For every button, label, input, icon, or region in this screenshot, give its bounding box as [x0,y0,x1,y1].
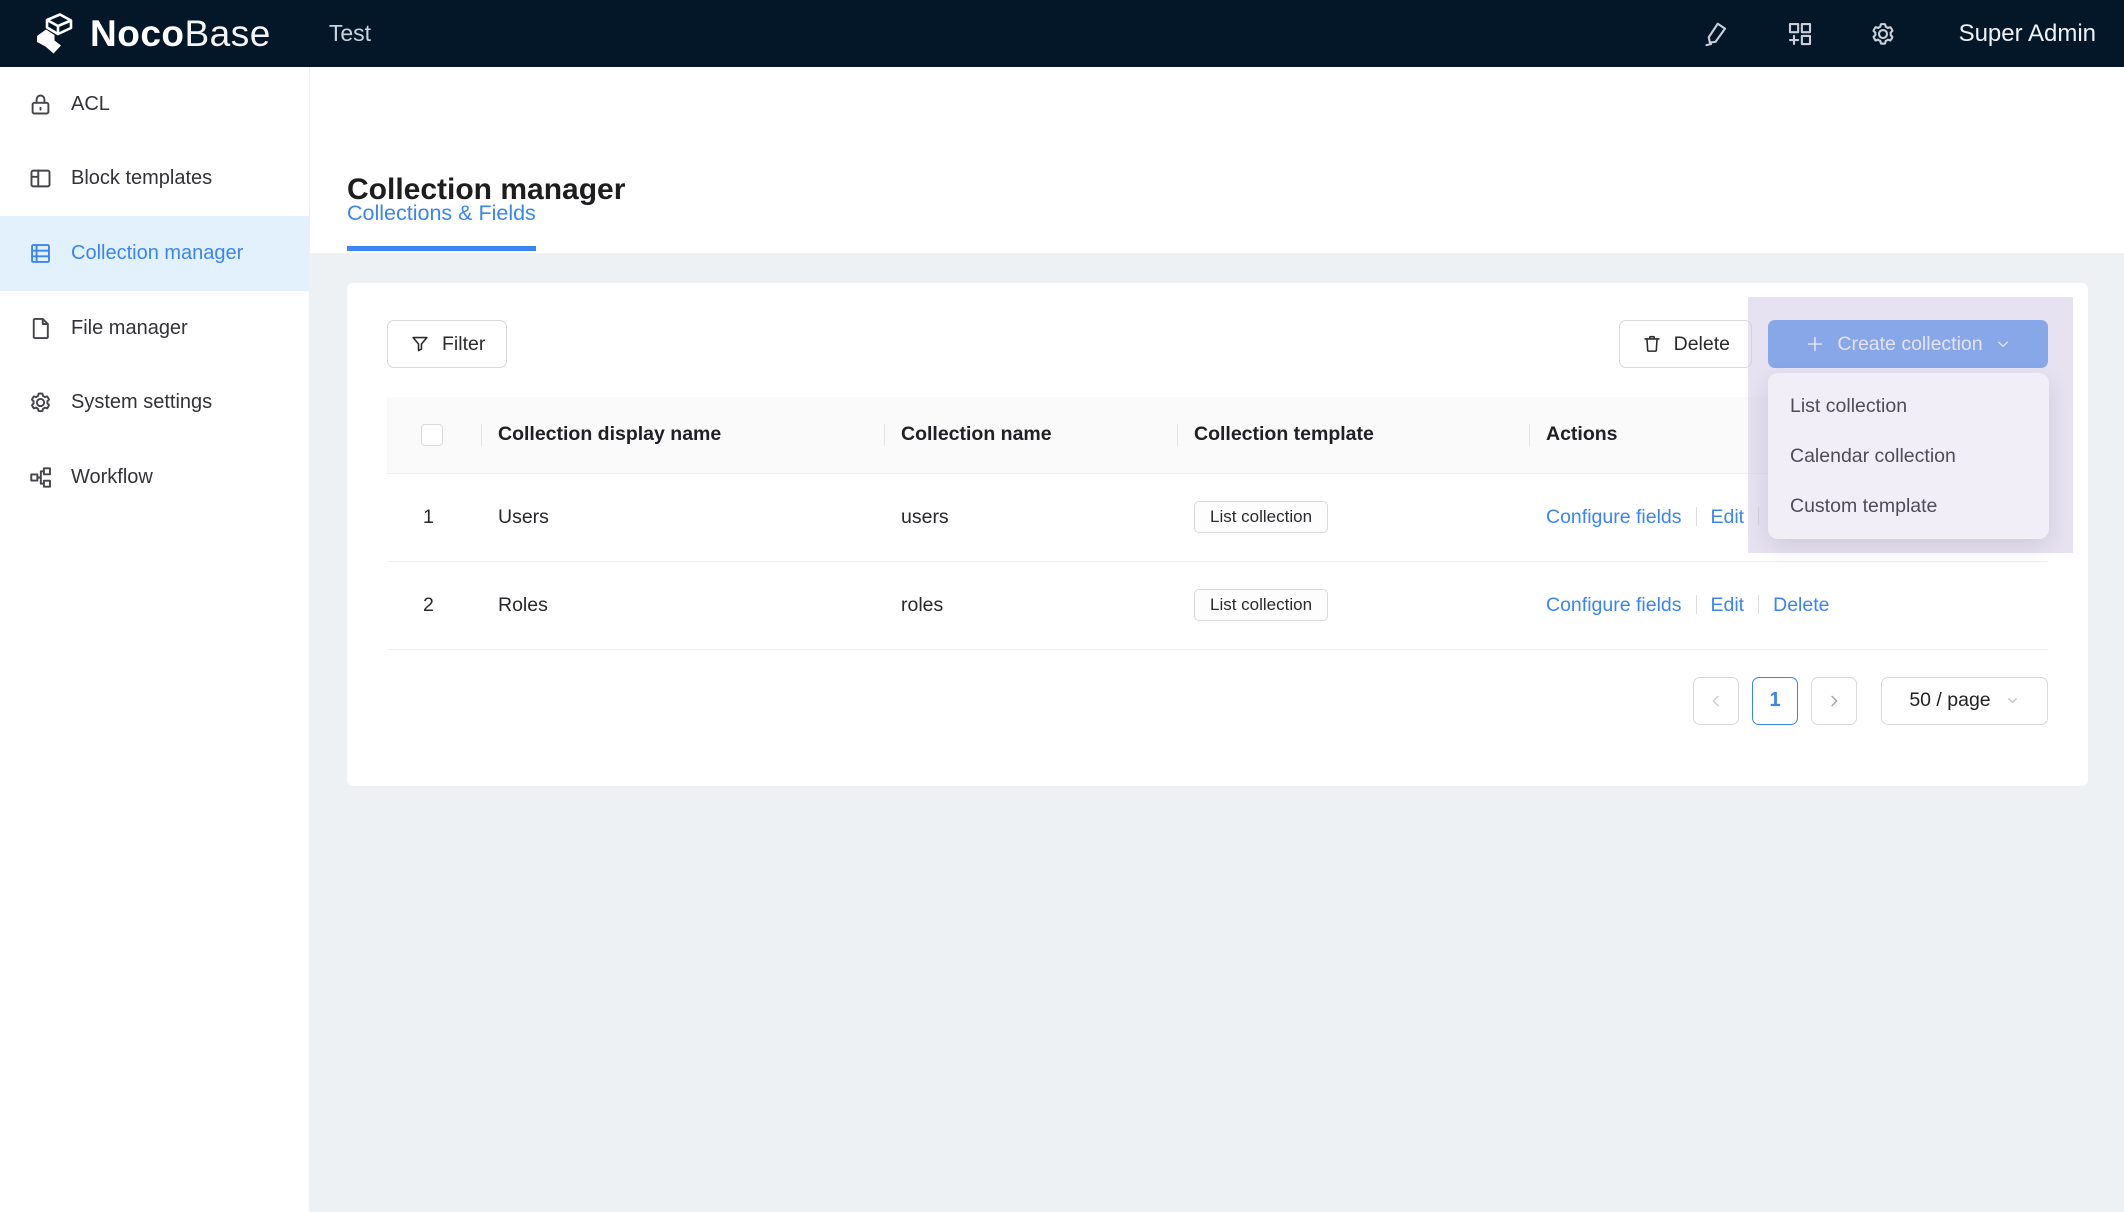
navbar-right-group: Super Admin [1702,19,2096,49]
sidebar-item-label: Workflow [71,466,153,489]
nocobase-logo-icon [30,11,80,57]
create-collection-button[interactable]: Create collection [1768,320,2048,368]
lock-icon [27,91,54,118]
edit-link[interactable]: Edit [1711,594,1745,616]
sidebar-item-acl[interactable]: ACL [0,67,309,142]
row-index: 2 [387,561,482,649]
sidebar: ACL Block templates Collection manager F… [0,67,310,1212]
chevron-left-icon [1708,693,1724,709]
create-collection-menu: List collection Calendar collection Cust… [1768,373,2049,539]
page-header: Collection manager Collections & Fields [310,67,2124,253]
tab-collections-and-fields[interactable]: Collections & Fields [347,201,536,251]
sidebar-item-workflow[interactable]: Workflow [0,440,309,515]
chevron-right-icon [1826,693,1842,709]
app-logo[interactable]: NocoBase [30,11,271,57]
col-collection-display-name: Collection display name [482,397,885,473]
row-index: 1 [387,473,482,561]
sidebar-item-label: System settings [71,391,212,414]
plus-icon [1804,333,1826,355]
template-tag: List collection [1194,501,1328,533]
top-navbar: NocoBase Test [0,0,2124,67]
funnel-icon [409,333,431,355]
create-collection-label: Create collection [1837,333,1982,356]
sidebar-item-label: Collection manager [71,242,243,265]
menu-item-list-collection[interactable]: List collection [1768,381,2049,431]
cell-collection-name: users [885,473,1178,561]
delete-button[interactable]: Delete [1619,320,1752,368]
sidebar-item-file-manager[interactable]: File manager [0,291,309,366]
gear-icon[interactable] [1868,19,1898,49]
collection-table-icon [27,240,54,267]
sidebar-item-label: Block templates [71,167,212,190]
workflow-icon [27,464,54,491]
col-collection-name: Collection name [885,397,1178,473]
select-all-checkbox[interactable] [421,424,443,446]
layout-icon [27,165,54,192]
action-divider [1758,507,1759,526]
configure-fields-link[interactable]: Configure fields [1546,506,1682,528]
add-block-grid-icon[interactable] [1785,19,1815,49]
delete-button-label: Delete [1674,333,1730,356]
pagination: 1 50 / page [387,677,2048,725]
delete-link[interactable]: Delete [1773,594,1829,616]
trash-icon [1641,333,1663,355]
page-size-value: 50 / page [1909,689,1990,712]
next-page-button[interactable] [1811,677,1857,725]
page-1-button[interactable]: 1 [1752,677,1798,725]
cell-display-name: Users [482,473,885,561]
prev-page-button[interactable] [1693,677,1739,725]
action-divider [1696,507,1697,526]
nav-tab-test[interactable]: Test [329,20,371,47]
action-divider [1696,595,1697,614]
nocobase-app: NocoBase Test [0,0,2124,1212]
table-row: 2 Roles roles List collection Configure … [387,561,2048,649]
user-menu[interactable]: Super Admin [1959,20,2096,48]
chevron-down-icon [1994,335,2012,353]
cell-collection-name: roles [885,561,1178,649]
configure-fields-link[interactable]: Configure fields [1546,594,1682,616]
edit-link[interactable]: Edit [1711,506,1745,528]
col-collection-template: Collection template [1178,397,1530,473]
chevron-down-icon [2005,693,2020,708]
sidebar-item-block-templates[interactable]: Block templates [0,142,309,217]
sidebar-item-label: ACL [71,93,110,116]
filter-button[interactable]: Filter [387,320,507,368]
menu-item-calendar-collection[interactable]: Calendar collection [1768,431,2049,481]
template-tag: List collection [1194,589,1328,621]
highlighter-icon[interactable] [1702,19,1732,49]
page-size-select[interactable]: 50 / page [1881,677,2048,725]
action-divider [1758,595,1759,614]
logo-text: NocoBase [90,13,271,55]
sidebar-item-label: File manager [71,317,188,340]
menu-item-custom-template[interactable]: Custom template [1768,481,2049,531]
filter-button-label: Filter [442,333,485,356]
main-content: Collection manager Collections & Fields … [310,67,2124,1212]
cell-actions: Configure fields Edit Delete [1530,561,2048,649]
gear-icon [27,389,54,416]
sidebar-item-collection-manager[interactable]: Collection manager [0,216,309,291]
sidebar-item-system-settings[interactable]: System settings [0,365,309,440]
cell-display-name: Roles [482,561,885,649]
card-toolbar: Filter Delete Create collection [387,283,2048,368]
file-icon [27,315,54,342]
